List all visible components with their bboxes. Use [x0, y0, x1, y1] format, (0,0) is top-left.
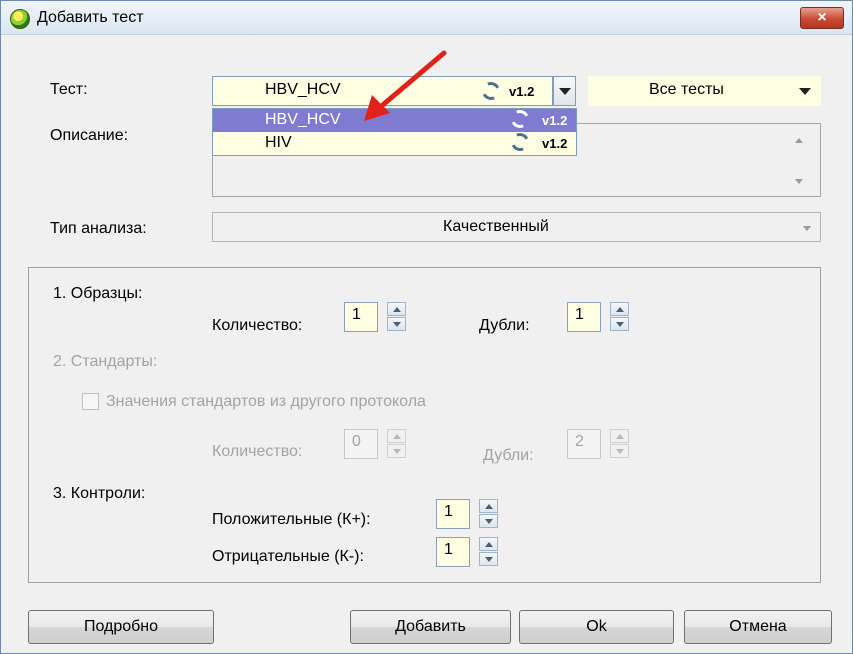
chevron-down-icon	[802, 226, 812, 231]
close-button[interactable]: ×	[800, 7, 844, 29]
arrow-up-icon	[484, 542, 493, 547]
analysis-type-value: Качественный	[443, 218, 549, 235]
samples-count-label: Количество:	[212, 317, 303, 334]
positive-controls-input[interactable]: 1	[436, 499, 470, 529]
details-button[interactable]: Подробно	[28, 610, 214, 644]
positive-controls-down[interactable]	[479, 514, 498, 528]
test-dropdown-button[interactable]	[553, 76, 576, 106]
ok-button[interactable]: Ok	[519, 610, 674, 644]
standards-dup-input[interactable]: 2	[567, 429, 601, 459]
sync-icon	[479, 79, 503, 103]
analysis-type-select[interactable]: Качественный	[212, 212, 821, 242]
scroll-down-icon[interactable]	[795, 179, 803, 184]
negative-controls-down[interactable]	[479, 552, 498, 566]
standards-dup-label: Дубли:	[483, 447, 534, 464]
test-version: v1.2	[509, 84, 535, 99]
samples-dup-label: Дубли:	[479, 317, 530, 334]
standards-header: 2. Стандарты:	[53, 353, 158, 370]
negative-controls-up[interactable]	[479, 537, 498, 551]
samples-dup-up[interactable]	[610, 302, 629, 316]
samples-count-down[interactable]	[387, 317, 406, 331]
negative-controls-input[interactable]: 1	[436, 537, 470, 567]
arrow-up-icon	[615, 307, 624, 312]
samples-dup-down[interactable]	[610, 317, 629, 331]
standards-count-label: Количество:	[212, 443, 303, 460]
standards-count-up[interactable]	[387, 429, 406, 443]
dialog-window: Добавить тест × Тест: HBV_HCV v1.2 Все т…	[0, 0, 853, 654]
scroll-up-icon[interactable]	[795, 138, 803, 143]
test-filter-value: Все тесты	[649, 81, 724, 98]
description-label: Описание:	[50, 127, 129, 144]
standards-count-down[interactable]	[387, 444, 406, 458]
arrow-down-icon	[392, 322, 401, 327]
positive-controls-up[interactable]	[479, 499, 498, 513]
samples-header: 1. Образцы:	[53, 285, 143, 302]
standards-checkbox[interactable]	[82, 393, 99, 410]
annotation-arrow-icon	[364, 50, 447, 121]
samples-count-input[interactable]: 1	[344, 302, 378, 332]
arrow-down-icon	[615, 322, 624, 327]
chevron-down-icon	[799, 88, 811, 95]
option-version: v1.2	[542, 113, 568, 128]
standards-count-input[interactable]: 0	[344, 429, 378, 459]
settings-group	[28, 267, 821, 583]
positive-controls-label: Положительные (К+):	[212, 511, 371, 528]
arrow-up-icon	[615, 434, 624, 439]
option-name: HIV	[265, 134, 292, 151]
samples-count-up[interactable]	[387, 302, 406, 316]
standards-dup-down[interactable]	[610, 444, 629, 458]
samples-dup-input[interactable]: 1	[567, 302, 601, 332]
controls-header: 3. Контроли:	[53, 485, 146, 502]
arrow-up-icon	[392, 307, 401, 312]
option-version: v1.2	[542, 136, 568, 151]
test-label: Тест:	[50, 81, 88, 98]
arrow-up-icon	[484, 504, 493, 509]
sync-icon	[508, 107, 532, 131]
arrow-up-icon	[392, 434, 401, 439]
chevron-down-icon	[559, 88, 571, 95]
option-name: HBV_HCV	[265, 111, 341, 128]
negative-controls-label: Отрицательные (К-):	[212, 548, 364, 565]
arrow-down-icon	[615, 449, 624, 454]
standards-checkbox-label: Значения стандартов из другого протокола	[106, 393, 426, 410]
app-icon	[10, 9, 30, 29]
add-button[interactable]: Добавить	[350, 610, 511, 644]
arrow-down-icon	[392, 449, 401, 454]
cancel-button[interactable]: Отмена	[684, 610, 832, 644]
test-filter-combobox[interactable]: Все тесты	[588, 76, 821, 106]
window-title: Добавить тест	[37, 9, 144, 26]
list-item[interactable]: HIV v1.2	[213, 130, 576, 155]
arrow-down-icon	[484, 557, 493, 562]
analysis-type-label: Тип анализа:	[50, 220, 147, 237]
standards-dup-up[interactable]	[610, 429, 629, 443]
sync-icon	[508, 130, 532, 154]
test-selected-value: HBV_HCV	[265, 81, 341, 98]
arrow-down-icon	[484, 519, 493, 524]
title-bar: Добавить тест ×	[1, 1, 852, 35]
